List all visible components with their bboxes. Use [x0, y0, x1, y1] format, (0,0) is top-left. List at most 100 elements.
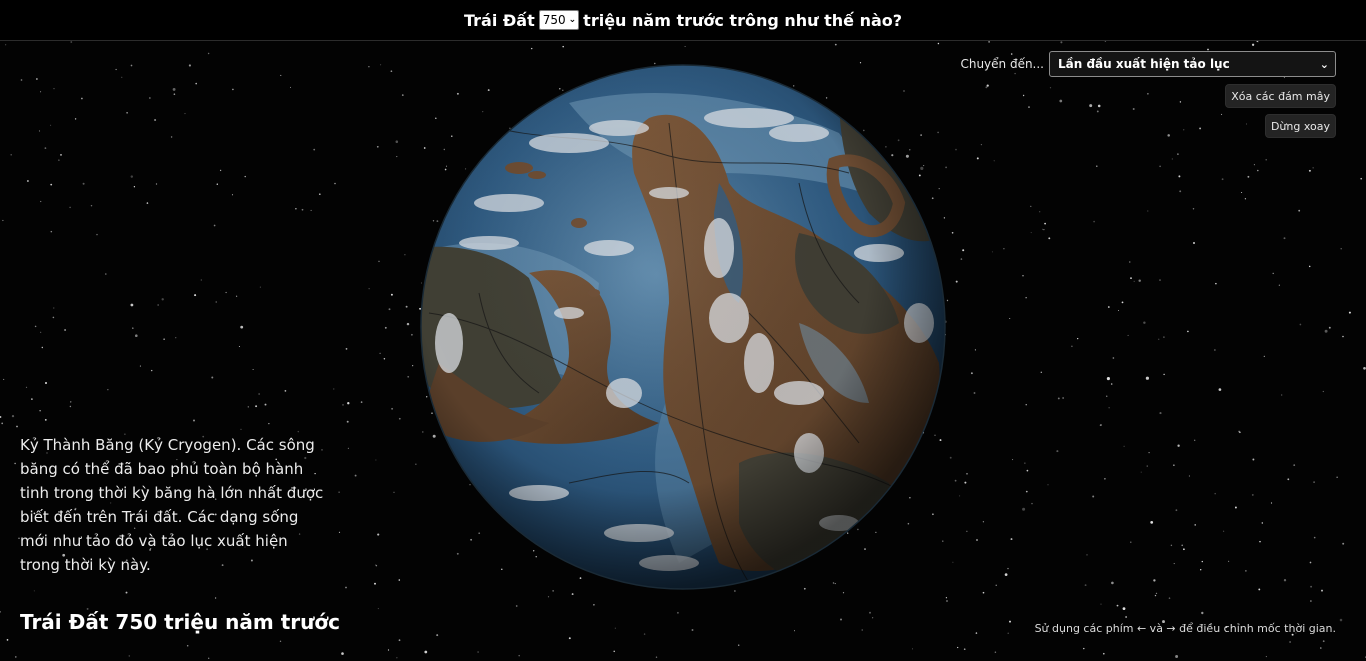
star [994, 651, 997, 653]
star [1012, 459, 1014, 461]
star [1026, 469, 1029, 472]
star [40, 91, 42, 93]
star [213, 224, 216, 227]
star [214, 597, 217, 599]
star [1253, 164, 1255, 166]
star [259, 286, 261, 288]
star [951, 231, 954, 234]
star [219, 169, 222, 172]
star [1148, 451, 1150, 454]
star [390, 70, 393, 73]
star [1030, 232, 1032, 234]
star [345, 586, 347, 589]
star [50, 183, 53, 186]
star [1025, 297, 1027, 299]
star [193, 419, 195, 422]
star [0, 416, 2, 418]
star [155, 183, 158, 185]
star [368, 65, 370, 68]
star [346, 420, 349, 423]
star [53, 87, 55, 90]
star [360, 401, 363, 403]
star [188, 64, 191, 67]
star [200, 279, 202, 281]
clear-clouds-button[interactable]: Xóa các đám mây [1225, 84, 1336, 108]
star [338, 531, 341, 534]
star [1155, 592, 1158, 595]
star [1042, 228, 1044, 230]
jump-to-select[interactable]: Lần đầu xuất hiện tảo lục ⌄ [1049, 51, 1336, 77]
star [655, 656, 658, 658]
star [988, 41, 990, 43]
star [395, 140, 399, 143]
star [1281, 394, 1283, 396]
star [982, 521, 985, 523]
age-caption: Trái Đất 750 triệu năm trước [20, 610, 340, 634]
star [1283, 237, 1286, 240]
star [207, 52, 210, 55]
star [1127, 334, 1129, 336]
star [1130, 277, 1132, 279]
star [150, 369, 153, 372]
star [53, 307, 55, 309]
star [258, 393, 260, 395]
star [44, 381, 48, 385]
star [960, 258, 963, 260]
star [211, 376, 214, 379]
star [1177, 444, 1180, 447]
star [1093, 220, 1095, 223]
star [1319, 647, 1322, 649]
star [1022, 507, 1026, 511]
star [1321, 589, 1323, 592]
star [980, 144, 983, 146]
star [105, 273, 107, 275]
star [125, 591, 128, 594]
star [301, 208, 304, 211]
star [1077, 338, 1079, 340]
star [1116, 604, 1119, 607]
star [2, 219, 4, 222]
star [376, 145, 379, 148]
star [1218, 388, 1222, 391]
star [310, 209, 312, 211]
star [1298, 209, 1301, 212]
star [347, 447, 350, 450]
star [1244, 198, 1247, 200]
star [3, 378, 5, 380]
star [1183, 548, 1185, 551]
star [172, 87, 176, 91]
star [338, 491, 340, 493]
star [1129, 261, 1131, 263]
star [957, 646, 959, 649]
star [959, 495, 961, 497]
star [368, 288, 370, 290]
star [1193, 242, 1195, 244]
earth-globe[interactable] [419, 63, 947, 591]
star [1031, 502, 1033, 505]
star [1007, 632, 1009, 634]
star [1256, 169, 1259, 172]
star [39, 410, 41, 412]
star [240, 428, 242, 430]
star [173, 93, 176, 96]
stop-rotation-button[interactable]: Dừng xoay [1264, 114, 1336, 138]
star [834, 43, 837, 46]
star [547, 596, 550, 598]
star [966, 472, 968, 475]
star [518, 654, 520, 657]
year-select[interactable]: 750 ⌄ [538, 10, 580, 30]
star [289, 86, 292, 88]
star [1187, 330, 1189, 333]
star [1201, 611, 1204, 615]
star [1009, 620, 1011, 623]
star [133, 186, 136, 188]
star [82, 182, 85, 185]
star [1106, 377, 1110, 381]
star [375, 564, 377, 566]
star [1348, 311, 1351, 314]
star [139, 365, 141, 367]
star [69, 206, 71, 209]
star [1048, 237, 1051, 240]
star [252, 368, 254, 371]
star [1293, 464, 1296, 466]
